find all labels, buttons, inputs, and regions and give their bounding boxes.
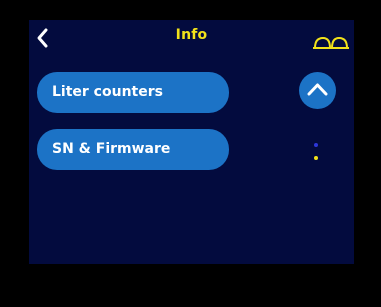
sn-firmware-button[interactable]: SN & Firmware — [37, 129, 229, 170]
page-indicator-dot — [314, 143, 318, 147]
page-indicator-dot-active — [314, 156, 318, 160]
liter-counters-label: Liter counters — [52, 84, 163, 100]
sn-firmware-label: SN & Firmware — [52, 141, 171, 157]
glasses-icon[interactable] — [312, 35, 350, 51]
page-title: Info — [175, 27, 208, 43]
info-screen: Info Liter counters SN & Firmware — [29, 20, 354, 264]
scroll-up-button[interactable] — [299, 72, 336, 109]
liter-counters-button[interactable]: Liter counters — [37, 72, 229, 113]
chevron-up-icon — [307, 83, 328, 96]
